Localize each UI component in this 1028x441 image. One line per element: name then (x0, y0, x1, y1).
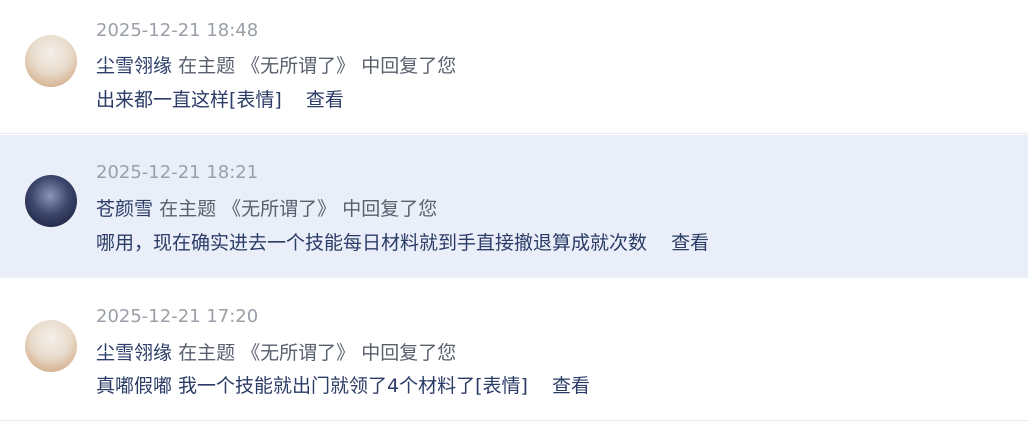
reply-content: 出来都一直这样[表情] (96, 89, 282, 111)
reply-summary: 苍颜雪 在主题 《无所谓了》 中回复了您 (96, 197, 437, 221)
username-link[interactable]: 苍颜雪 (96, 198, 153, 220)
reply-content-row: 真嘟假嘟 我一个技能就出门就领了4个材料了[表情] 查看 (96, 374, 590, 398)
reply-content-row: 哪用，现在确实进去一个技能每日材料就到手直接撤退算成就次数 查看 (96, 231, 709, 255)
topic-link[interactable]: 《无所谓了》 (241, 55, 355, 77)
in-topic-label: 在主题 (178, 342, 236, 364)
view-link[interactable]: 查看 (552, 375, 590, 397)
reply-summary: 尘雪翎缘 在主题 《无所谓了》 中回复了您 (96, 54, 456, 78)
reply-label: 中回复了您 (361, 342, 457, 364)
view-link[interactable]: 查看 (306, 89, 344, 111)
notification-time: 2025-12-21 18:21 (96, 162, 259, 183)
in-topic-label: 在主题 (159, 198, 217, 220)
topic-link[interactable]: 《无所谓了》 (241, 342, 355, 364)
reply-content: 哪用，现在确实进去一个技能每日材料就到手直接撤退算成就次数 (96, 232, 648, 254)
notification-item[interactable]: 2025-12-21 18:21 苍颜雪 在主题 《无所谓了》 中回复了您 哪用… (0, 135, 1028, 278)
notification-time: 2025-12-21 17:20 (96, 306, 259, 327)
notification-time: 2025-12-21 18:48 (96, 20, 259, 41)
user-avatar[interactable] (25, 175, 77, 227)
username-link[interactable]: 尘雪翎缘 (96, 342, 172, 364)
notification-item[interactable]: 2025-12-21 17:20 尘雪翎缘 在主题 《无所谓了》 中回复了您 真… (0, 279, 1028, 421)
notification-item[interactable]: 2025-12-21 18:48 尘雪翎缘 在主题 《无所谓了》 中回复了您 出… (0, 0, 1028, 134)
in-topic-label: 在主题 (178, 55, 236, 77)
reply-label: 中回复了您 (342, 198, 438, 220)
user-avatar[interactable] (25, 35, 77, 87)
user-avatar[interactable] (25, 320, 77, 372)
reply-notification-list: 2025-12-21 18:48 尘雪翎缘 在主题 《无所谓了》 中回复了您 出… (0, 0, 1028, 441)
username-link[interactable]: 尘雪翎缘 (96, 55, 172, 77)
reply-summary: 尘雪翎缘 在主题 《无所谓了》 中回复了您 (96, 341, 456, 365)
reply-content: 真嘟假嘟 我一个技能就出门就领了4个材料了[表情] (96, 375, 528, 397)
reply-label: 中回复了您 (361, 55, 457, 77)
topic-link[interactable]: 《无所谓了》 (222, 198, 336, 220)
reply-content-row: 出来都一直这样[表情] 查看 (96, 88, 344, 112)
view-link[interactable]: 查看 (671, 232, 709, 254)
